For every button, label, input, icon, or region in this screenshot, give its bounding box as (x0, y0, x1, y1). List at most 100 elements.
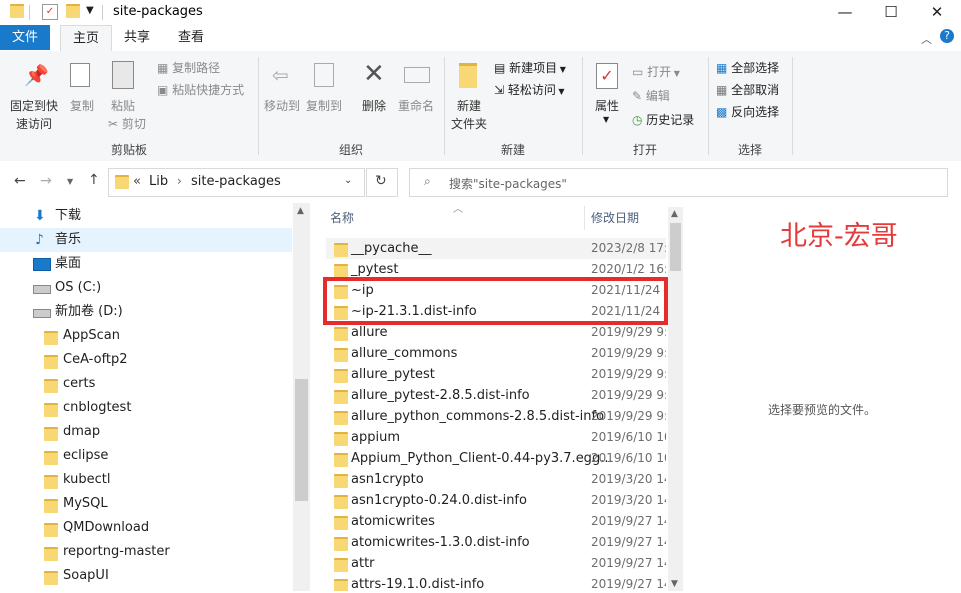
copy-button[interactable]: 复制 (64, 57, 100, 121)
delete-button[interactable]: ✕ 删除 (356, 57, 392, 121)
list-item[interactable]: allure_python_commons-2.8.5.dist-info 201… (326, 406, 666, 427)
file-date: 2019/9/29 9: (591, 409, 666, 423)
folder-icon (334, 243, 348, 257)
sidebar-item-folder[interactable]: certs (0, 372, 292, 396)
sidebar-item-downloads[interactable]: ⬇ 下载 (0, 204, 292, 228)
list-item[interactable]: atomicwrites 2019/9/27 14 (326, 511, 666, 532)
breadcrumb-lib[interactable]: Lib (149, 174, 168, 189)
sidebar-item-folder[interactable]: dmap (0, 420, 292, 444)
list-item[interactable]: asn1crypto-0.24.0.dist-info 2019/3/20 14 (326, 490, 666, 511)
close-icon[interactable]: ✕ (914, 0, 960, 25)
list-item[interactable]: allure_pytest 2019/9/29 9: (326, 364, 666, 385)
open-button[interactable]: ▭ 打开 ▼ (632, 62, 680, 82)
tab-file[interactable]: 文件 (0, 25, 50, 50)
invert-selection-button[interactable]: ▩ 反向选择 (716, 102, 779, 122)
new-folder-button[interactable]: 新建 文件夹 (448, 57, 490, 131)
forward-arrow-icon[interactable]: → (40, 173, 52, 189)
column-header-name[interactable]: 名称 (330, 207, 354, 229)
sidebar-item-folder[interactable]: AppScan (0, 324, 292, 348)
up-arrow-icon[interactable]: ↑ (88, 172, 100, 188)
scissors-icon: ✂ (108, 117, 122, 131)
sidebar-item-folder[interactable]: cnblogtest (0, 396, 292, 420)
sidebar-item-d-drive[interactable]: 新加卷 (D:) (0, 300, 292, 324)
select-all-button[interactable]: ▦ 全部选择 (716, 58, 779, 78)
list-item[interactable]: attr 2019/9/27 14 (326, 553, 666, 574)
search-box[interactable]: ⌕ 搜索"site-packages" (409, 168, 948, 197)
select-none-button[interactable]: ▦ 全部取消 (716, 80, 779, 100)
drive-icon (33, 285, 51, 294)
sidebar-item-folder[interactable]: eclipse (0, 444, 292, 468)
maximize-icon[interactable]: ☐ (868, 0, 914, 25)
new-item-button[interactable]: ▤ 新建项目 ▼ (494, 58, 566, 78)
rename-button[interactable]: 重命名 (396, 57, 436, 121)
pin-quick-access-button[interactable]: 📌 固定到快 速访问 (8, 57, 60, 137)
select-group-label: 选择 (737, 143, 762, 157)
address-overflow[interactable]: « (133, 174, 141, 189)
list-item[interactable]: Appium_Python_Client-0.44-py3.7.egg... 20… (326, 448, 666, 469)
sidebar-item-music[interactable]: ♪ 音乐 (0, 228, 292, 252)
copy-path-icon: ▦ (157, 61, 173, 75)
folder-icon (334, 453, 348, 467)
move-to-icon: ⇦ (272, 63, 289, 87)
cut-button[interactable]: ✂ 剪切 (108, 114, 146, 134)
scrollbar-thumb[interactable] (670, 223, 681, 271)
tab-view[interactable]: 查看 (166, 25, 216, 50)
select-all-label: 全部选择 (731, 61, 780, 75)
help-icon[interactable]: ? (940, 29, 954, 43)
scroll-up-icon[interactable]: ▲ (297, 206, 304, 216)
recent-chevron-icon[interactable]: ▼ (67, 177, 73, 186)
copy-path-button[interactable]: ▦ 复制路径 (157, 58, 220, 78)
list-item[interactable]: asn1crypto 2019/3/20 14 (326, 469, 666, 490)
back-arrow-icon[interactable]: ← (14, 173, 26, 189)
list-item[interactable]: allure_commons 2019/9/29 9: (326, 343, 666, 364)
properties-check-icon[interactable]: ✓ (42, 4, 58, 20)
tab-home[interactable]: 主页 (60, 25, 113, 52)
sidebar-item-c-drive[interactable]: OS (C:) (0, 276, 292, 300)
sidebar-item-folder[interactable]: CeA-oftp2 (0, 348, 292, 372)
sidebar-item-folder[interactable]: QMDownload (0, 516, 292, 540)
breadcrumb-chevron-icon[interactable]: › (177, 174, 182, 188)
select-all-icon: ▦ (716, 61, 732, 75)
address-bar[interactable]: « Lib › site-packages ⌄ (108, 168, 365, 197)
file-list-scrollbar[interactable]: ▲ ▼ (668, 207, 683, 591)
tab-share[interactable]: 共享 (112, 25, 162, 50)
column-header-date[interactable]: 修改日期 (591, 207, 639, 229)
paste-button[interactable]: 粘贴 (104, 57, 142, 121)
copy-to-button[interactable]: 复制到 (304, 57, 344, 121)
copy-path-label: 复制路径 (172, 61, 221, 75)
sidebar-item-folder[interactable]: SoapUI (0, 564, 292, 588)
chevron-down-icon[interactable]: ⌄ (344, 175, 352, 186)
minimize-icon[interactable]: — (822, 0, 868, 25)
sidebar-scrollbar[interactable]: ▲ (293, 203, 310, 591)
new-folder-icon[interactable] (66, 4, 80, 20)
easy-access-button[interactable]: ⇲ 轻松访问 ▼ (494, 80, 565, 100)
list-item[interactable]: attrs-19.1.0.dist-info 2019/9/27 14 (326, 574, 666, 591)
chevron-down-icon: ▼ (603, 115, 610, 124)
history-button[interactable]: ◷ 历史记录 (632, 110, 694, 130)
breadcrumb-site-packages[interactable]: site-packages (191, 174, 281, 189)
sidebar-item-folder[interactable]: kubectl (0, 468, 292, 492)
sidebar-item-label: QMDownload (63, 520, 150, 535)
sidebar-item-folder[interactable]: reportng-master (0, 540, 292, 564)
list-item[interactable]: allure_pytest-2.8.5.dist-info 2019/9/29 9… (326, 385, 666, 406)
refresh-button[interactable]: ↻ (366, 168, 398, 197)
sidebar-item-desktop[interactable]: 桌面 (0, 252, 292, 276)
move-to-button[interactable]: ⇦ 移动到 (262, 57, 302, 121)
ribbon-tabs: 文件 主页 共享 查看 ︿ ? (0, 25, 961, 52)
scroll-up-icon[interactable]: ▲ (671, 209, 678, 219)
scrollbar-thumb[interactable] (295, 379, 308, 501)
chevron-down-icon[interactable]: ▼ (86, 5, 94, 16)
highlight-box (323, 277, 668, 325)
search-input[interactable]: 搜索"site-packages" (449, 175, 567, 192)
sidebar-item-folder[interactable]: MySQL (0, 492, 292, 516)
paste-shortcut-button[interactable]: ▣ 粘贴快捷方式 (157, 80, 244, 100)
list-item[interactable]: appium 2019/6/10 10 (326, 427, 666, 448)
list-item[interactable]: __pycache__ 2023/2/8 17:0 (326, 238, 666, 259)
edit-button[interactable]: ✎ 编辑 (632, 86, 670, 106)
ribbon-collapse-icon[interactable]: ︿ (921, 31, 932, 47)
properties-button[interactable]: ✓ 属性 ▼ (588, 57, 626, 131)
scroll-down-icon[interactable]: ▼ (671, 579, 678, 589)
open-group-label: 打开 (632, 143, 657, 157)
list-item[interactable]: atomicwrites-1.3.0.dist-info 2019/9/27 14 (326, 532, 666, 553)
list-item[interactable]: allure 2019/9/29 9: (326, 322, 666, 343)
